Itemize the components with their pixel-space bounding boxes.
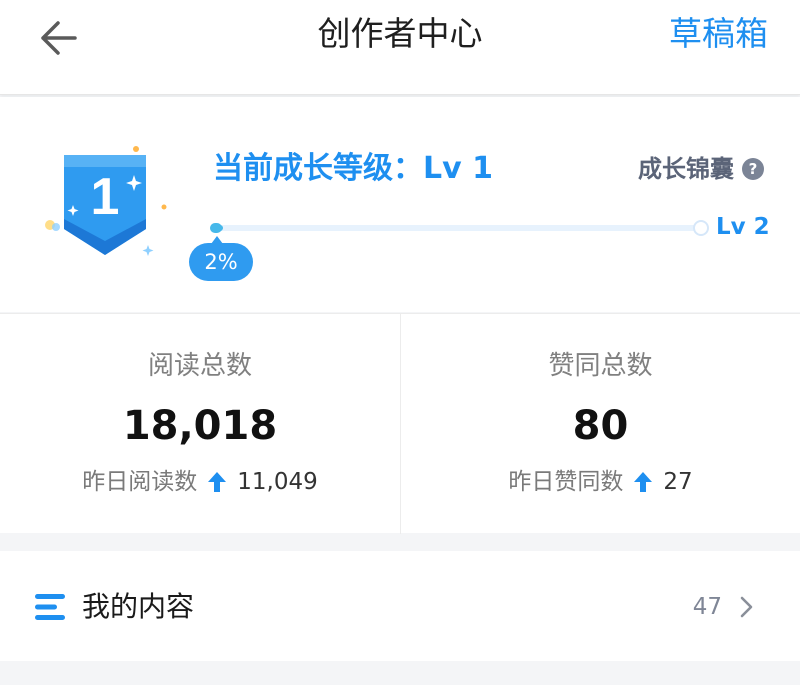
yesterday-likes-value: 27 xyxy=(663,469,693,495)
progress-percent-bubble: 2% xyxy=(189,236,253,281)
total-reads-value: 18,018 xyxy=(122,403,278,449)
yesterday-reads-label: 昨日阅读数 xyxy=(82,469,198,495)
growth-tips-label: 成长锦囊 xyxy=(638,155,734,183)
yesterday-reads: 昨日阅读数 11,049 xyxy=(0,464,400,500)
progress-end-dot xyxy=(693,220,709,236)
arrow-up-icon xyxy=(208,472,227,492)
level-title: 当前成长等级：Lv 1 xyxy=(213,151,493,186)
chevron-right-icon xyxy=(740,596,753,618)
draft-box-button[interactable]: 草稿箱 xyxy=(669,10,768,58)
total-likes-value: 80 xyxy=(572,403,629,449)
growth-tips-link[interactable]: 成长锦囊 ? xyxy=(638,151,764,187)
progress-start-dot xyxy=(210,223,222,233)
yesterday-reads-value: 11,049 xyxy=(237,469,318,495)
list-icon xyxy=(35,594,65,620)
question-circle-icon: ? xyxy=(742,158,764,180)
yesterday-likes-label: 昨日赞同数 xyxy=(508,469,624,495)
arrow-up-icon xyxy=(634,472,653,492)
shield-badge-icon: 1 xyxy=(45,146,167,256)
total-likes-stat[interactable]: 赞同总数 80 昨日赞同数 27 xyxy=(400,314,800,534)
my-content-count: 47 xyxy=(692,594,722,620)
total-reads-stat[interactable]: 阅读总数 18,018 昨日阅读数 11,049 xyxy=(0,314,400,534)
next-level-label: Lv 2 xyxy=(716,214,770,240)
my-content-label: 我的内容 xyxy=(82,590,195,623)
total-likes-label: 赞同总数 xyxy=(548,351,653,381)
stats-panel: 阅读总数 18,018 昨日阅读数 11,049 赞同总数 80 昨日赞同数 2… xyxy=(0,313,800,534)
level-card: 1 当前成长等级：Lv 1 成长锦囊 ? Lv 2 2% xyxy=(0,97,800,312)
yesterday-likes: 昨日赞同数 27 xyxy=(401,464,800,500)
badge-number: 1 xyxy=(91,168,120,226)
my-content-row[interactable]: 我的内容 47 xyxy=(0,551,800,661)
level-badge: 1 xyxy=(40,137,170,267)
total-reads-label: 阅读总数 xyxy=(147,351,252,381)
level-progress-bar xyxy=(213,225,703,231)
top-bar: 创作者中心 草稿箱 xyxy=(0,0,800,95)
